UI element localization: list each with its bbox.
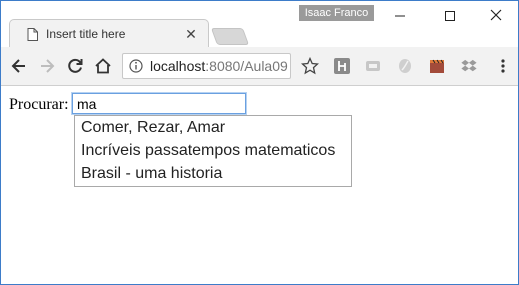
search-label: Procurar:: [9, 96, 69, 113]
maximize-icon[interactable]: [435, 5, 465, 25]
info-icon[interactable]: [129, 59, 143, 73]
url-path: :8080/Aula09: [205, 58, 288, 74]
autocomplete-list: Comer, Rezar, Amar Incríveis passatempos…: [74, 115, 352, 187]
dropbox-icon[interactable]: [461, 58, 477, 74]
address-bar[interactable]: localhost:8080/Aula09: [122, 53, 291, 79]
search-input[interactable]: [72, 93, 246, 114]
close-window-icon[interactable]: [481, 5, 511, 25]
bookmark-star-icon[interactable]: [301, 57, 319, 75]
home-icon[interactable]: [94, 57, 112, 75]
title-bar: Isaac Franco Insert title here ✕: [1, 1, 518, 48]
url-text: localhost:8080/Aula09: [150, 58, 288, 74]
new-tab-button[interactable]: [210, 28, 250, 45]
url-host: localhost: [150, 58, 206, 74]
extension-h-icon[interactable]: [334, 58, 350, 74]
back-icon[interactable]: [10, 57, 28, 75]
menu-dots-icon[interactable]: [495, 58, 511, 74]
tab-title: Insert title here: [46, 27, 126, 41]
minimize-icon[interactable]: [385, 5, 415, 25]
autocomplete-item[interactable]: Incríveis passatempos matematicos: [75, 139, 351, 162]
reload-icon[interactable]: [66, 57, 84, 75]
extension-leaf-icon[interactable]: [397, 58, 413, 74]
tab-close-icon[interactable]: ✕: [184, 26, 198, 43]
browser-toolbar: localhost:8080/Aula09: [1, 47, 518, 86]
extension-clapper-icon[interactable]: [429, 58, 445, 74]
autocomplete-item[interactable]: Brasil - uma historia: [75, 162, 351, 185]
page-content: Procurar: Comer, Rezar, Amar Incríveis p…: [1, 86, 518, 284]
browser-window: Isaac Franco Insert title here ✕ localho…: [0, 0, 519, 285]
profile-badge[interactable]: Isaac Franco: [299, 5, 374, 21]
autocomplete-item[interactable]: Comer, Rezar, Amar: [75, 116, 351, 139]
forward-icon[interactable]: [38, 57, 56, 75]
extension-card-icon[interactable]: [365, 58, 381, 74]
document-icon: [27, 28, 38, 41]
